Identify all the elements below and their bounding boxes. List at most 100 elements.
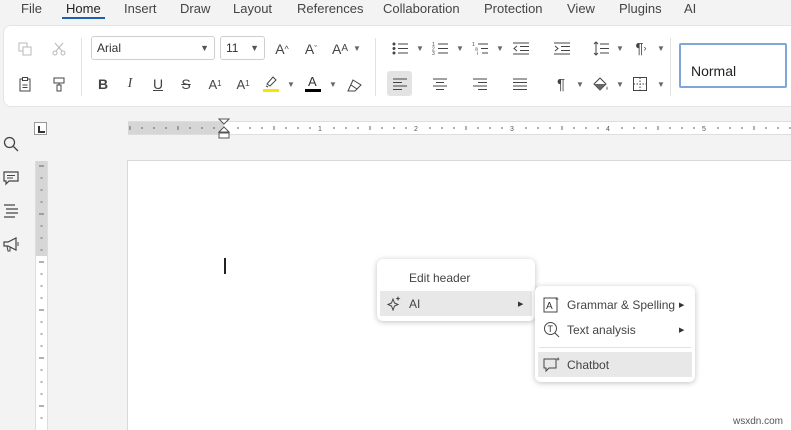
chevron-down-icon[interactable]: ▼ <box>616 80 624 89</box>
svg-text:A: A <box>308 74 317 89</box>
search-icon[interactable] <box>3 136 21 154</box>
align-right-icon[interactable] <box>470 75 490 93</box>
svg-text:i: i <box>477 51 478 55</box>
ruler-ticks-vertical <box>39 165 44 419</box>
chevron-down-icon[interactable]: ▼ <box>657 80 665 89</box>
show-marks-icon[interactable]: ¶ <box>552 74 570 94</box>
edit-header-label: Edit header <box>409 270 471 285</box>
chevron-down-icon[interactable]: ▼ <box>287 80 295 89</box>
ribbon-separator <box>81 38 82 96</box>
borders-icon[interactable] <box>631 75 649 93</box>
font-name-value: Arial <box>97 41 122 55</box>
chevron-down-icon[interactable]: ▼ <box>456 44 464 53</box>
copy-icon[interactable] <box>16 40 34 58</box>
align-left-icon[interactable] <box>390 75 410 93</box>
paste-icon[interactable] <box>16 75 34 93</box>
paragraph-direction-icon[interactable]: ¶ › <box>632 38 650 58</box>
superscript-icon[interactable]: A1 <box>206 75 224 93</box>
svg-text:T: T <box>548 324 554 334</box>
ribbon-separator <box>375 38 376 96</box>
menu-file[interactable]: File <box>21 1 42 16</box>
increase-indent-icon[interactable] <box>552 39 572 57</box>
menu-separator <box>539 347 691 348</box>
strikethrough-icon[interactable]: S <box>177 75 195 93</box>
indent-marker-icon[interactable] <box>218 118 230 140</box>
line-spacing-icon[interactable] <box>591 38 611 58</box>
menu-plugins[interactable]: Plugins <box>619 1 662 16</box>
svg-text:4: 4 <box>606 126 610 133</box>
submenu-arrow-icon: ▶ <box>518 301 524 308</box>
submenu-arrow-icon: ▶ <box>679 302 685 309</box>
multilevel-list-icon[interactable]: 1ai <box>470 39 490 57</box>
text-analysis-label: Text analysis <box>567 322 636 337</box>
grammar-icon: A <box>543 296 560 316</box>
clear-format-icon[interactable] <box>345 76 363 94</box>
announcement-icon[interactable] <box>3 237 21 255</box>
svg-text:1: 1 <box>318 126 322 133</box>
chevron-down-icon: ▼ <box>200 43 209 53</box>
chatbot-label: Chatbot <box>567 357 610 372</box>
justify-icon[interactable] <box>510 75 530 93</box>
grammar-spelling-menu-item[interactable]: A Grammar & Spelling ▶ <box>538 292 692 317</box>
grow-font-icon[interactable]: A ^ <box>272 39 292 59</box>
font-size-select[interactable]: 11 ▼ <box>220 36 265 60</box>
vertical-ruler[interactable] <box>35 161 48 430</box>
highlight-icon[interactable] <box>262 73 280 93</box>
shading-icon[interactable] <box>590 74 610 94</box>
tab-stop-selector[interactable] <box>34 122 47 135</box>
italic-icon[interactable]: I <box>121 75 139 93</box>
menu-references[interactable]: References <box>297 1 363 16</box>
chatbot-icon <box>543 356 561 376</box>
chevron-down-icon[interactable]: ▼ <box>576 80 584 89</box>
chevron-down-icon[interactable]: ▼ <box>353 44 361 53</box>
active-tab-indicator <box>62 17 105 19</box>
svg-text:2: 2 <box>414 126 418 133</box>
headings-icon[interactable] <box>3 203 21 221</box>
bullet-list-icon[interactable] <box>390 39 410 57</box>
grammar-spelling-label: Grammar & Spelling <box>567 297 676 312</box>
chevron-down-icon[interactable]: ▼ <box>496 44 504 53</box>
underline-icon[interactable]: U <box>149 75 167 93</box>
menu-view[interactable]: View <box>567 1 595 16</box>
chevron-down-icon[interactable]: ▼ <box>657 44 665 53</box>
watermark: wsxdn.com <box>732 416 783 427</box>
font-size-value: 11 <box>226 41 239 55</box>
menu-protection[interactable]: Protection <box>484 1 543 16</box>
text-analysis-icon: T <box>543 321 560 341</box>
text-cursor <box>224 258 226 274</box>
ai-sparkle-icon <box>386 295 402 314</box>
menu-layout[interactable]: Layout <box>233 1 272 16</box>
svg-text:3: 3 <box>510 126 514 133</box>
menu-home[interactable]: Home <box>66 1 101 16</box>
chatbot-menu-item[interactable]: Chatbot <box>538 352 692 377</box>
menu-ai[interactable]: AI <box>684 1 696 16</box>
subscript-icon[interactable]: A1 <box>234 75 252 93</box>
format-painter-icon[interactable] <box>50 75 68 93</box>
ai-label: AI <box>409 296 421 311</box>
decrease-indent-icon[interactable] <box>511 39 531 57</box>
change-case-icon[interactable]: AA <box>330 39 350 59</box>
chevron-down-icon[interactable]: ▼ <box>616 44 624 53</box>
shrink-font-icon[interactable]: Aˇ <box>301 39 321 59</box>
ribbon-separator <box>670 38 671 96</box>
comment-icon[interactable] <box>3 170 21 188</box>
font-name-select[interactable]: Arial ▼ <box>91 36 215 60</box>
font-color-icon[interactable]: A <box>304 73 322 93</box>
context-menu: Edit header AI ▶ <box>377 259 535 321</box>
text-analysis-menu-item[interactable]: T Text analysis ▶ <box>538 317 692 342</box>
svg-text:5: 5 <box>702 126 706 133</box>
menu-insert[interactable]: Insert <box>124 1 157 16</box>
chevron-down-icon[interactable]: ▼ <box>416 44 424 53</box>
align-center-icon[interactable] <box>430 75 450 93</box>
menu-draw[interactable]: Draw <box>180 1 210 16</box>
submenu-arrow-icon: ▶ <box>679 327 685 334</box>
cut-icon[interactable] <box>50 40 68 58</box>
svg-text:3: 3 <box>432 51 435 55</box>
menu-collaboration[interactable]: Collaboration <box>383 1 460 16</box>
chevron-down-icon[interactable]: ▼ <box>329 80 337 89</box>
numbered-list-icon[interactable]: 123 <box>430 39 450 57</box>
ai-menu-item[interactable]: AI ▶ <box>380 291 532 316</box>
edit-header-menu-item[interactable]: Edit header <box>380 265 532 290</box>
bold-icon[interactable]: B <box>94 75 112 93</box>
style-normal[interactable]: Normal <box>679 43 787 88</box>
